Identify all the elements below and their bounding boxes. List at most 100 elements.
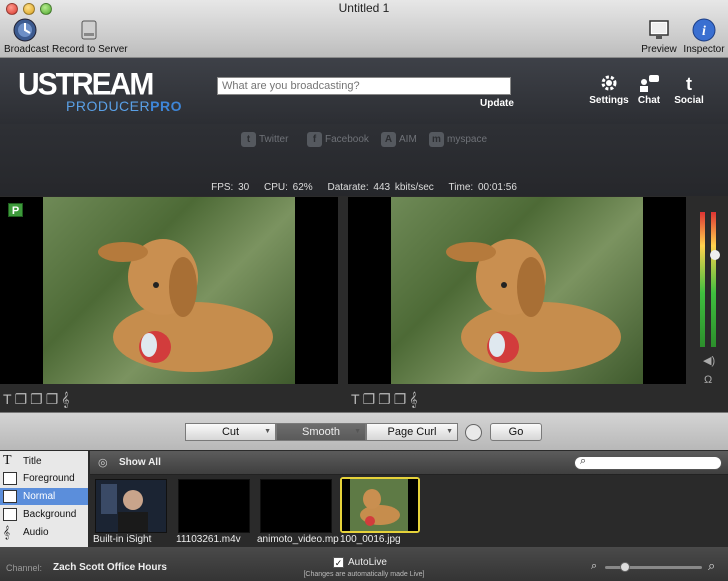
record-to-server-button[interactable]: Record to Server (52, 18, 128, 55)
webcam-thumbnail-image (96, 480, 166, 532)
twitter-icon: t (241, 132, 256, 147)
layer-sidebar: T Title Foreground Normal Background 𝄞 Aud… (0, 451, 88, 547)
sidebar-item-audio[interactable]: 𝄞 Audio (0, 524, 88, 541)
chevron-down-icon: ▼ (354, 428, 361, 435)
cut-label: Cut (221, 426, 240, 438)
music-note-icon[interactable]: 𝄞 (61, 391, 69, 408)
media-thumbnail-isight[interactable] (95, 479, 167, 533)
facebook-share-button[interactable]: f Facebook (307, 132, 369, 147)
text-layer-icon[interactable]: T (3, 391, 12, 407)
thumbnail-size-slider-knob[interactable] (620, 562, 630, 572)
volume-slider-knob[interactable] (710, 250, 720, 260)
monitor-icon (649, 20, 669, 39)
layers-icon[interactable]: ❐ (363, 391, 376, 408)
settings-button[interactable]: Settings (589, 73, 629, 106)
layers-icon[interactable]: ❐ (378, 391, 391, 408)
page-curl-label: Page Curl (387, 426, 437, 438)
datarate-stat: Datarate: 443 kbits/sec (327, 182, 434, 193)
aim-label: AIM (399, 134, 417, 145)
chat-button[interactable]: Chat (635, 73, 663, 106)
ustream-header: USTREAM PRODUCERPRO Update Settings Chat… (0, 58, 728, 124)
status-bar: Channel: Zach Scott Office Hours ✓ AutoLi… (0, 547, 728, 581)
normal-layer-icon (3, 490, 17, 503)
chat-icon (640, 75, 659, 92)
page-curl-transition-button[interactable]: Page Curl ▼ (366, 423, 458, 441)
zoom-in-icon[interactable]: ⌕ (708, 558, 715, 574)
chat-label: Chat (637, 95, 661, 106)
update-button[interactable]: Update (480, 98, 514, 109)
media-label: Built-in iSight (93, 534, 152, 545)
sidebar-item-label: Foreground (23, 473, 75, 484)
layers-icon[interactable]: ❐ (46, 391, 59, 408)
speaker-icon[interactable]: ◀) (703, 354, 715, 367)
media-thumbnail-animoto[interactable] (260, 479, 332, 533)
preview-video-panel[interactable]: P (0, 197, 338, 384)
dog-thumbnail-image (342, 479, 418, 531)
media-filter-icon[interactable]: ◎ (98, 456, 108, 469)
media-label: animoto_video.mp (257, 534, 339, 545)
background-icon (3, 508, 17, 521)
cut-transition-button[interactable]: Cut ▼ (185, 423, 276, 441)
sidebar-item-title[interactable]: T Title (0, 453, 88, 470)
media-thumbnail-jpg[interactable] (340, 477, 420, 533)
preview-button[interactable]: Preview (641, 18, 677, 55)
sidebar-item-label: Background (23, 509, 77, 520)
music-note-icon[interactable]: 𝄞 (409, 391, 417, 408)
broadcast-button[interactable]: Broadcast (4, 18, 50, 55)
myspace-share-button[interactable]: m myspace (429, 132, 487, 147)
cpu-stat: CPU: 62% (264, 182, 313, 193)
gear-icon (601, 75, 617, 91)
search-icon: ⌕ (580, 455, 587, 467)
go-button[interactable]: Go (490, 423, 542, 441)
headphones-icon[interactable]: Ω (704, 374, 712, 386)
layers-icon[interactable]: ❐ (30, 391, 43, 408)
autolive-label: AutoLive (348, 557, 387, 568)
myspace-label: myspace (447, 134, 488, 145)
sidebar-item-label: Title (23, 456, 42, 467)
aim-icon: A (381, 132, 396, 147)
sidebar-item-label: Audio (23, 527, 49, 538)
chevron-down-icon: ▼ (446, 428, 453, 435)
broadcast-status-input[interactable] (217, 77, 511, 95)
settings-label: Settings (589, 95, 629, 106)
media-browser: ◎ Show All ⌕ Built-in iSight 11103261.m4… (90, 451, 728, 547)
inspector-label: Inspector (683, 44, 725, 55)
media-label: 11103261.m4v (176, 534, 241, 545)
inspector-button[interactable]: i Inspector (683, 18, 725, 55)
autolive-checkbox[interactable]: ✓ (333, 557, 344, 568)
social-share-bar: t Twitter f Facebook A AIM m myspace FPS: 30… (0, 124, 728, 196)
chevron-down-icon: ▼ (264, 428, 271, 435)
aim-share-button[interactable]: A AIM (381, 132, 417, 147)
media-search-input[interactable]: ⌕ (574, 455, 722, 470)
twitter-share-button[interactable]: t Twitter (241, 132, 288, 147)
media-thumbnail-m4v[interactable] (178, 479, 250, 533)
preview-badge: P (8, 203, 23, 217)
autolive-toggle[interactable]: ✓ AutoLive (333, 557, 387, 568)
zoom-out-icon[interactable]: ⌕ (591, 560, 597, 573)
layers-icon[interactable]: ❐ (15, 391, 28, 408)
social-button[interactable]: t Social (674, 73, 704, 106)
show-all-button[interactable]: Show All (119, 457, 161, 468)
info-icon: i (692, 18, 716, 42)
smooth-label: Smooth (302, 426, 340, 438)
transition-bar: Cut ▼ Smooth ▼ Page Curl ▼ Go (0, 412, 728, 450)
text-layer-icon[interactable]: T (351, 391, 360, 407)
media-browser-header: ◎ Show All ⌕ (90, 451, 728, 475)
audio-note-icon: 𝄞 (3, 525, 11, 539)
broadcast-icon (13, 18, 37, 42)
transition-duration-icon[interactable] (465, 424, 482, 441)
preview-label: Preview (641, 44, 677, 55)
broadcast-label: Broadcast (4, 44, 50, 55)
sidebar-item-background[interactable]: Background (0, 506, 88, 523)
layers-icon[interactable]: ❐ (394, 391, 407, 408)
smooth-transition-button[interactable]: Smooth ▼ (276, 423, 366, 441)
foreground-icon (3, 472, 17, 485)
sidebar-item-normal[interactable]: Normal (0, 488, 88, 505)
record-to-server-label: Record to Server (52, 44, 128, 55)
window-title: Untitled 1 (338, 1, 390, 15)
hard-drive-icon (81, 20, 97, 40)
live-video-frame (391, 197, 643, 384)
sidebar-item-foreground[interactable]: Foreground (0, 470, 88, 487)
live-video-panel[interactable] (348, 197, 686, 384)
producer-pro-logo: PRODUCERPRO (66, 98, 182, 114)
